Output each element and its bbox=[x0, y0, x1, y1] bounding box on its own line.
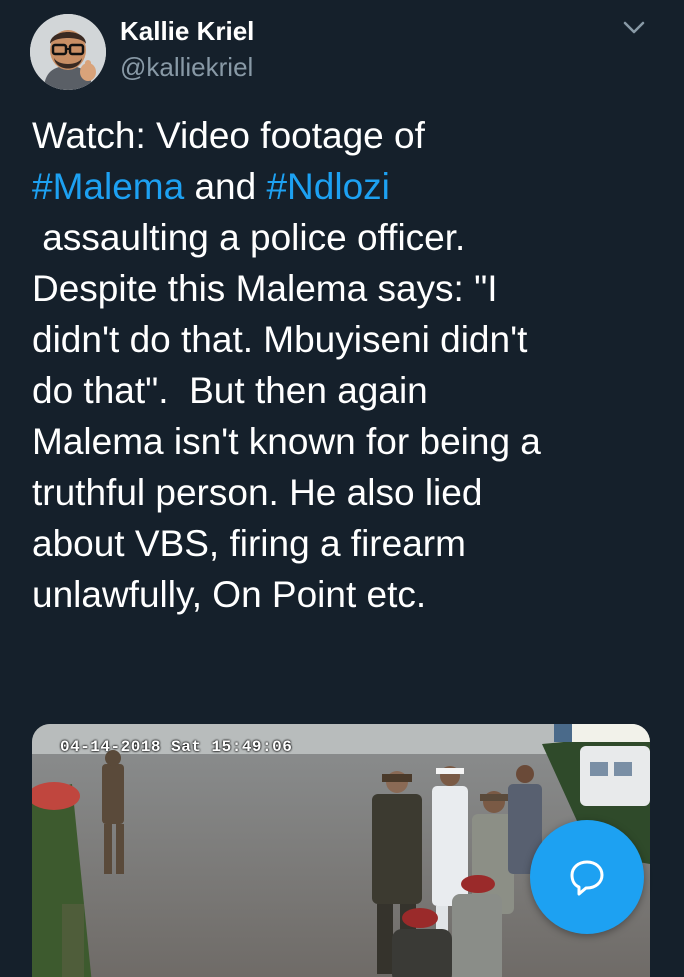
tweet-text-segment: truthful person. He also lied bbox=[32, 472, 483, 513]
compose-button[interactable] bbox=[530, 820, 644, 934]
tweet-text-line: didn't do that. Mbuyiseni didn't bbox=[32, 314, 662, 365]
tweet-text-line: Malema isn't known for being a bbox=[32, 416, 662, 467]
tweet-text-segment: Watch: Video footage of bbox=[32, 115, 425, 156]
tweet-text-segment: unlawfully, On Point etc. bbox=[32, 574, 427, 615]
tweet-text-segment: Malema isn't known for being a bbox=[32, 421, 541, 462]
tweet-text-line: truthful person. He also lied bbox=[32, 467, 662, 518]
chevron-down-icon[interactable] bbox=[620, 16, 648, 40]
tweet-text-line: do that". But then again bbox=[32, 365, 662, 416]
avatar[interactable] bbox=[30, 14, 106, 90]
tweet-text-segment: didn't do that. Mbuyiseni didn't bbox=[32, 319, 528, 360]
speech-bubble-icon bbox=[570, 860, 604, 896]
tweet-text-segment: Despite this Malema says: "I bbox=[32, 268, 498, 309]
tweet-text-segment: about VBS, firing a firearm bbox=[32, 523, 466, 564]
author-name[interactable]: Kallie Kriel bbox=[120, 16, 254, 46]
tweet-text: Watch: Video footage of #Malema and #Ndlo… bbox=[32, 110, 662, 620]
hashtag-link[interactable]: #Ndlozi bbox=[266, 166, 389, 207]
tweet-text-line: #Malema and #Ndlozi bbox=[32, 161, 662, 212]
tweet-view: Kallie Kriel @kalliekriel Watch: Video f… bbox=[0, 0, 684, 977]
tweet-text-line: Watch: Video footage of bbox=[32, 110, 662, 161]
tweet-text-segment: do that". But then again bbox=[32, 370, 428, 411]
memoji-avatar-icon bbox=[30, 14, 106, 90]
tweet-text-segment: assaulting a police officer. bbox=[32, 217, 466, 258]
tweet-text-segment: and bbox=[184, 166, 267, 207]
tweet-text-line: assaulting a police officer. bbox=[32, 212, 662, 263]
tweet-text-line: about VBS, firing a firearm bbox=[32, 518, 662, 569]
author-handle[interactable]: @kalliekriel bbox=[120, 52, 253, 82]
tweet-text-line: Despite this Malema says: "I bbox=[32, 263, 662, 314]
tweet-text-line: unlawfully, On Point etc. bbox=[32, 569, 662, 620]
video-timestamp: 04-14-2018 Sat 15:49:06 bbox=[60, 738, 293, 756]
hashtag-link[interactable]: #Malema bbox=[32, 166, 184, 207]
